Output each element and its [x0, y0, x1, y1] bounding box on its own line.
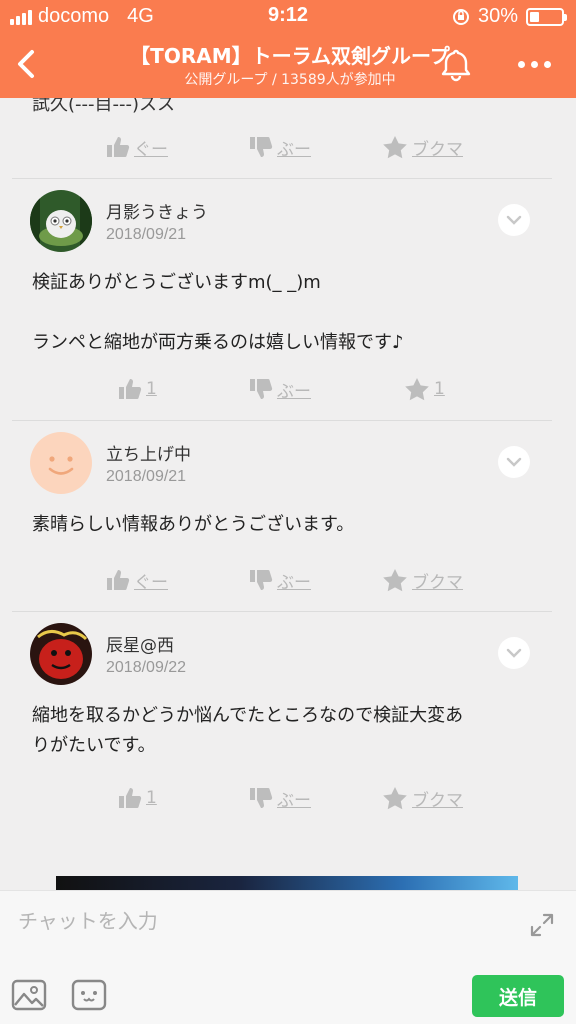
like-count: 1 — [146, 379, 157, 399]
more-menu-button[interactable] — [512, 52, 556, 76]
bookmark-button[interactable]: ブクマ — [382, 127, 463, 167]
star-icon — [383, 787, 407, 810]
bookmark-label: ブクマ — [412, 790, 463, 811]
emoji-icon — [71, 979, 107, 1011]
back-button[interactable] — [8, 42, 48, 86]
comment-line: りがたいです。 — [32, 735, 156, 756]
status-bar: docomo 4G 9:12 30% — [0, 0, 576, 32]
comment-body: 素晴らしい情報ありがとうございます。 — [32, 510, 542, 540]
image-icon — [11, 979, 47, 1011]
send-button[interactable]: 送信 — [472, 975, 564, 1017]
like-button[interactable]: ぐー — [106, 560, 168, 600]
divider — [12, 611, 552, 612]
star-icon — [405, 378, 429, 401]
bookmark-button[interactable]: 1 — [404, 369, 445, 409]
comment-line: 素晴らしい情報ありがとうございます。 — [32, 514, 355, 535]
like-button[interactable]: ぐー — [106, 127, 168, 167]
default-face-avatar-image — [30, 432, 92, 494]
comment-body: 検証ありがとうございますm(_ _)m ランペと縮地が両方乗るのは嬉しい情報です… — [32, 268, 542, 358]
bookmark-label: ブクマ — [412, 139, 463, 160]
dislike-button[interactable]: ぶー — [249, 369, 311, 409]
chevron-down-icon — [506, 215, 522, 225]
comment-feed[interactable]: 試久(---目---)スス ぐー ぶー ブクマ 月影うきょう 2018/09/2… — [0, 98, 576, 890]
back-arrow-icon — [18, 50, 34, 78]
author-name[interactable]: 辰星@西 — [106, 631, 174, 656]
emoji-button[interactable] — [70, 977, 108, 1013]
comment-line: 縮地を取るかどうか悩んでたところなので検証大変あ — [32, 705, 464, 726]
bookmark-button[interactable]: ブクマ — [382, 560, 463, 600]
owl-avatar-image — [30, 190, 92, 252]
comment-line: 検証ありがとうございますm(_ _)m — [32, 272, 321, 293]
thumbs-down-icon — [250, 137, 273, 157]
bookmark-button[interactable]: ブクマ — [382, 778, 463, 818]
divider — [12, 178, 552, 179]
thumbs-up-icon — [119, 788, 142, 808]
author-name[interactable]: 月影うきょう — [106, 198, 208, 223]
post-menu-button[interactable] — [498, 446, 530, 478]
battery-percent: 30% — [477, 5, 518, 27]
post-date: 2018/09/22 — [106, 659, 187, 676]
post-menu-button[interactable] — [498, 637, 530, 669]
dislike-label: ぶー — [277, 139, 311, 160]
notification-button[interactable] — [436, 44, 476, 84]
dislike-button[interactable]: ぶー — [249, 778, 311, 818]
like-count: 1 — [146, 788, 157, 808]
bell-icon — [441, 49, 471, 82]
like-button[interactable]: 1 — [118, 778, 157, 818]
avatar[interactable] — [30, 623, 92, 685]
post-actions: ぐー ぶー ブクマ — [0, 560, 576, 600]
like-label: ぐー — [134, 572, 168, 593]
comment-body: 縮地を取るかどうか悩んでたところなので検証大変あ りがたいです。 — [32, 701, 542, 761]
like-label: ぐー — [134, 139, 168, 160]
comment-line — [32, 298, 542, 328]
bookmark-count: 1 — [434, 379, 445, 399]
chat-input[interactable] — [18, 903, 498, 939]
post-date: 2018/09/21 — [106, 468, 187, 485]
post-menu-button[interactable] — [498, 204, 530, 236]
image-attach-button[interactable] — [10, 977, 48, 1013]
dislike-button[interactable]: ぶー — [249, 560, 311, 600]
post-date: 2018/09/21 — [106, 226, 187, 243]
post-actions: 1 ぶー ブクマ — [0, 778, 576, 818]
orientation-lock-icon — [452, 8, 469, 25]
comment-line: ランペと縮地が両方乗るのは嬉しい情報です♪ — [32, 332, 404, 353]
author-name[interactable]: 立ち上げ中 — [106, 440, 191, 465]
chevron-down-icon — [506, 457, 522, 467]
bookmark-label: ブクマ — [412, 572, 463, 593]
dislike-label: ぶー — [277, 790, 311, 811]
dislike-button[interactable]: ぶー — [249, 127, 311, 167]
star-icon — [383, 136, 407, 159]
more-dots-icon — [517, 60, 525, 68]
previous-post-text: 試久(---目---)スス — [32, 98, 176, 115]
dislike-label: ぶー — [277, 572, 311, 593]
chat-composer: 送信 — [0, 890, 576, 1024]
thumbs-up-icon — [107, 570, 130, 590]
expand-input-button[interactable] — [526, 909, 558, 941]
thumbs-up-icon — [119, 379, 142, 399]
avatar[interactable] — [30, 432, 92, 494]
thumbs-down-icon — [250, 379, 273, 399]
divider — [12, 420, 552, 421]
battery-icon — [526, 7, 567, 26]
red-character-avatar-image — [30, 623, 92, 685]
dislike-label: ぶー — [277, 381, 311, 402]
chevron-down-icon — [506, 648, 522, 658]
expand-icon — [530, 913, 554, 937]
shared-image-preview[interactable] — [56, 876, 518, 890]
status-right: 30% — [452, 5, 567, 28]
like-button[interactable]: 1 — [118, 369, 157, 409]
group-header: 【TORAM】トーラム双剣グループ 公開グループ / 13589人が参加中 — [0, 32, 576, 98]
thumbs-up-icon — [107, 137, 130, 157]
battery-level — [530, 11, 539, 22]
star-icon — [383, 569, 407, 592]
thumbs-down-icon — [250, 788, 273, 808]
post-actions: 1 ぶー 1 — [0, 369, 576, 409]
previous-post-actions: ぐー ぶー ブクマ — [0, 127, 576, 167]
thumbs-down-icon — [250, 570, 273, 590]
avatar[interactable] — [30, 190, 92, 252]
